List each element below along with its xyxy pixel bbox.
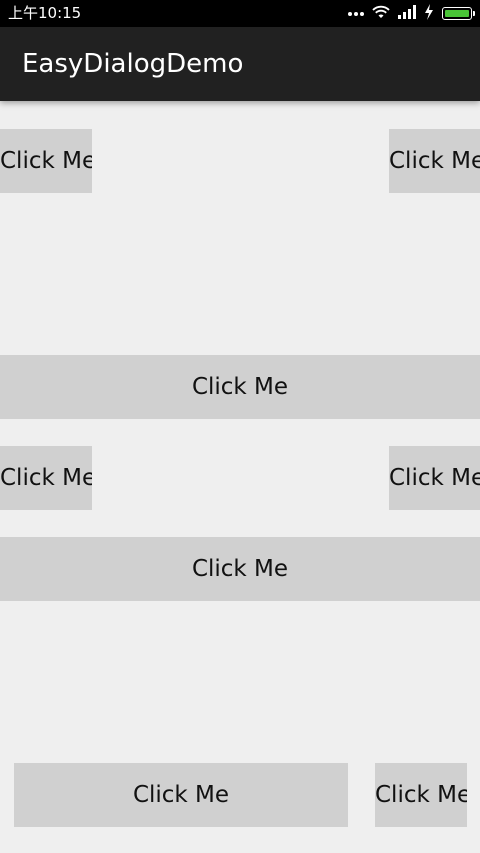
click-me-button-top-left[interactable]: Click Me: [0, 129, 92, 193]
click-me-button-middle-left[interactable]: Click Me: [0, 446, 92, 510]
app-title: EasyDialogDemo: [22, 49, 244, 79]
signal-icon: [398, 4, 416, 23]
click-me-button-bottom-right[interactable]: Click Me: [375, 763, 467, 827]
more-dots-icon: [348, 11, 364, 16]
wifi-icon: [372, 4, 390, 23]
click-me-button-wide-1[interactable]: Click Me: [0, 355, 480, 419]
charging-bolt-icon: [424, 3, 434, 24]
app-bar: EasyDialogDemo: [0, 27, 480, 101]
click-me-button-top-right[interactable]: Click Me: [389, 129, 480, 193]
click-me-button-wide-2[interactable]: Click Me: [0, 537, 480, 601]
click-me-button-middle-right[interactable]: Click Me: [389, 446, 480, 510]
status-icons: [348, 3, 475, 24]
click-me-button-bottom-wide[interactable]: Click Me: [14, 763, 348, 827]
battery-icon: [442, 7, 475, 20]
status-time: 上午10:15: [8, 4, 82, 22]
status-bar: 上午10:15: [0, 0, 480, 27]
